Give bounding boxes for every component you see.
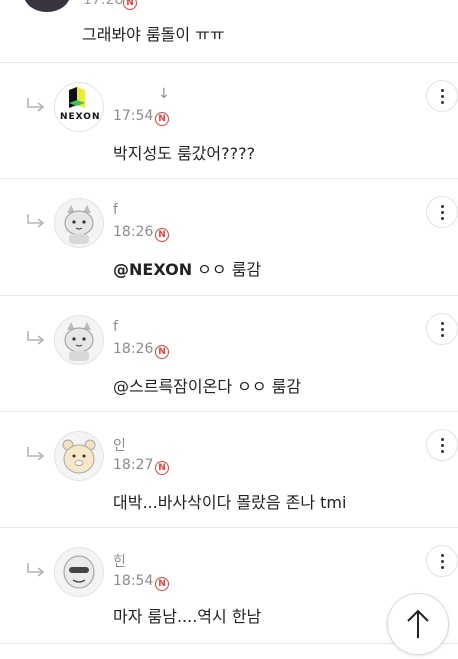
bear-character-icon xyxy=(62,439,96,474)
comment-time: 18:27 N xyxy=(113,457,169,475)
avatar[interactable] xyxy=(24,0,70,12)
face-character-icon xyxy=(63,555,95,589)
comment-text: @NEXON ㅇㅇ 룸감 xyxy=(113,260,262,279)
avatar[interactable]: NEXON xyxy=(54,82,104,132)
cat-character-icon xyxy=(64,205,94,244)
reply-arrow-icon xyxy=(27,447,45,461)
more-options-button[interactable] xyxy=(426,429,458,461)
n-badge-icon: N xyxy=(155,112,169,126)
reply-arrow-icon xyxy=(27,563,45,577)
comment-time: 18:54 N xyxy=(113,573,169,591)
more-options-button[interactable] xyxy=(426,196,458,228)
comment-author[interactable]: 인 xyxy=(113,435,126,455)
n-badge-icon: N xyxy=(123,0,137,10)
comment-item: f 18:26 N @NEXON ㅇㅇ 룸감 xyxy=(0,178,458,295)
avatar[interactable] xyxy=(54,431,104,481)
cat-character-icon xyxy=(64,322,94,361)
n-badge-icon: N xyxy=(155,345,169,359)
comment-item: NEXON ↓ 17:54 N 박지성도 룸갔어???? xyxy=(0,62,458,179)
comment-text: 대박...바사삭이다 몰랐음 존나 tmi xyxy=(113,493,347,512)
comment-author[interactable]: ↓ xyxy=(158,86,170,102)
n-badge-icon: N xyxy=(155,228,169,242)
comment-item: 인 18:27 N 대박...바사삭이다 몰랐음 존나 tmi xyxy=(0,411,458,528)
comment-author[interactable]: f xyxy=(113,202,118,218)
comment-text: 박지성도 룸갔어???? xyxy=(113,144,256,163)
more-options-button[interactable] xyxy=(426,313,458,345)
comment-text: 그래봐야 룸돌이 ㅠㅠ xyxy=(82,25,225,44)
comment-time: 18:26 N xyxy=(113,224,169,242)
comment-time: 17:28 xyxy=(83,0,124,8)
comment-item: f 18:26 N @스르륵잠이온다 ㅇㅇ 룸감 xyxy=(0,295,458,412)
avatar[interactable] xyxy=(54,547,104,597)
comment-time: 17:54 N xyxy=(113,108,169,126)
scroll-top-button[interactable] xyxy=(387,593,449,655)
more-options-button[interactable] xyxy=(426,80,458,112)
avatar[interactable] xyxy=(54,315,104,365)
comment-text: @스르륵잠이온다 ㅇㅇ 룸감 xyxy=(113,377,302,396)
n-badge-icon: N xyxy=(155,577,169,591)
nexon-wordmark: NEXON xyxy=(60,112,101,122)
nexon-logo-icon xyxy=(69,87,85,108)
comment-partial: 17:28 N 그래봐야 룸돌이 ㅠㅠ xyxy=(0,0,458,62)
comment-text: 마자 룸남....역시 한남 xyxy=(113,607,262,626)
mention[interactable]: @NEXON xyxy=(113,260,192,279)
n-badge-icon: N xyxy=(155,461,169,475)
avatar[interactable] xyxy=(54,198,104,248)
reply-arrow-icon xyxy=(27,98,45,112)
comment-author[interactable]: f xyxy=(113,319,118,335)
comment-time: 18:26 N xyxy=(113,341,169,359)
reply-arrow-icon xyxy=(27,331,45,345)
more-options-button[interactable] xyxy=(426,545,458,577)
reply-arrow-icon xyxy=(27,214,45,228)
comment-author[interactable]: 힌 xyxy=(113,551,126,571)
arrow-up-icon xyxy=(407,609,429,638)
